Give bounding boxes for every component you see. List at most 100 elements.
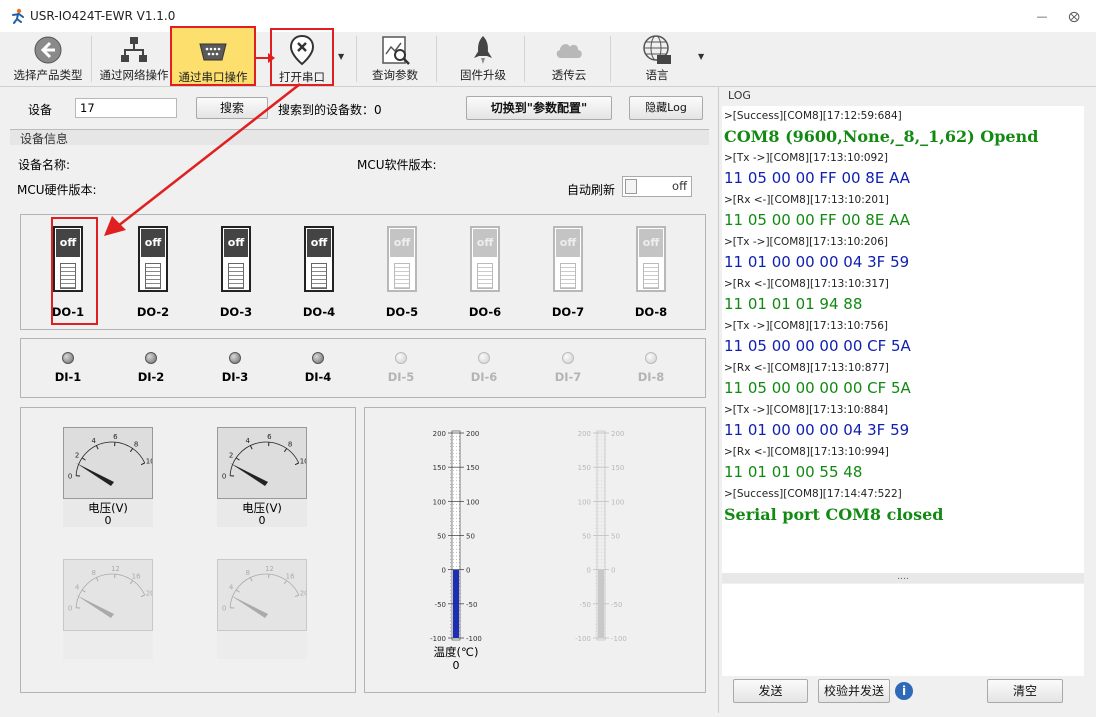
log-line: Serial port COM8 closed bbox=[724, 505, 944, 524]
do-switch-7[interactable]: off bbox=[553, 226, 583, 292]
via-serial-button[interactable]: 通过串口操作 bbox=[170, 26, 256, 86]
thermo-fill bbox=[598, 569, 604, 638]
gauge-face: 0 2 4 6 8 10 bbox=[63, 427, 155, 499]
temperature-label: 温度(℃) bbox=[433, 645, 479, 659]
send-button[interactable]: 发送 bbox=[733, 679, 808, 703]
minimize-button[interactable]: — bbox=[1032, 8, 1052, 26]
do-switch-6[interactable]: off bbox=[470, 226, 500, 292]
do-slider-graphic bbox=[643, 263, 659, 289]
via-network-button[interactable]: 通过网络操作 bbox=[96, 32, 172, 86]
open-port-button[interactable]: 打开串口 bbox=[270, 28, 334, 86]
transparent-cloud-button[interactable]: 透传云 bbox=[536, 32, 602, 86]
clear-button[interactable]: 清空 bbox=[987, 679, 1063, 703]
do-group bbox=[20, 214, 706, 330]
log-line: >[Rx <-][COM8][17:13:10:877] bbox=[724, 362, 889, 374]
firmware-upgrade-button[interactable]: 固件升级 bbox=[450, 32, 516, 86]
app-logo-icon bbox=[12, 8, 24, 24]
thermo-tick-label: -50 bbox=[611, 601, 622, 609]
do-label: DO-3 bbox=[219, 305, 253, 319]
thermo-tick-label: 200 bbox=[578, 430, 591, 438]
thermo-tick-label: -100 bbox=[575, 635, 591, 643]
gauge-needle bbox=[230, 463, 268, 486]
do-label: DO-7 bbox=[551, 305, 585, 319]
do-switch-2[interactable]: off bbox=[138, 226, 168, 292]
log-line: 11 05 00 00 00 00 CF 5A bbox=[724, 379, 911, 397]
toggle-state-label: off bbox=[672, 179, 687, 193]
gauge-tick-label: 8 bbox=[92, 569, 96, 577]
query-params-button[interactable]: 查询参数 bbox=[362, 32, 428, 86]
do-switch-8[interactable]: off bbox=[636, 226, 666, 292]
toolbar-divider bbox=[356, 36, 357, 82]
gauge-tick-label: 0 bbox=[68, 604, 72, 612]
log-output[interactable]: >[Success][COM8][17:12:59:684] COM8 (9600… bbox=[722, 106, 1084, 573]
gauge-tick-label: 16 bbox=[132, 573, 141, 581]
gauge-tick-label: 2 bbox=[229, 452, 233, 460]
search-button[interactable]: 搜索 bbox=[196, 97, 268, 119]
gauge-value: 0 bbox=[258, 514, 266, 527]
language-dropdown-icon[interactable]: ▼ bbox=[698, 52, 704, 61]
open-port-dropdown-icon[interactable]: ▼ bbox=[338, 52, 344, 61]
do-state-label: off bbox=[307, 229, 331, 257]
thermo-tick-label: 0 bbox=[611, 567, 615, 575]
do-slider-graphic bbox=[560, 263, 576, 289]
do-state-label: off bbox=[390, 229, 414, 257]
di-label: DI-6 bbox=[470, 370, 498, 384]
do-switch-4[interactable]: off bbox=[304, 226, 334, 292]
open-port-label: 打开串口 bbox=[279, 70, 325, 84]
thermo-tick-label: 100 bbox=[611, 498, 624, 506]
thermometer-2: 200 200 150 150 100 100 50 50 0 0 -50 -50 -100 -100 bbox=[575, 430, 627, 643]
di-indicator-led bbox=[145, 352, 157, 364]
mcu-hardware-label: MCU硬件版本: bbox=[17, 183, 97, 197]
query-params-label: 查询参数 bbox=[372, 68, 418, 82]
toggle-knob bbox=[625, 179, 637, 194]
do-switch-3[interactable]: off bbox=[221, 226, 251, 292]
thermo-tick-label: -100 bbox=[611, 635, 627, 643]
do-state-label: off bbox=[224, 229, 248, 257]
log-title: LOG bbox=[728, 89, 751, 102]
gauge-needle bbox=[76, 595, 114, 618]
close-button[interactable]: ⨂ bbox=[1064, 8, 1084, 26]
gauge-tick-label: 12 bbox=[265, 565, 274, 573]
log-line: >[Rx <-][COM8][17:13:10:317] bbox=[724, 278, 889, 290]
thermo-tick-label: -100 bbox=[466, 635, 482, 643]
gauge-tick-label: 10 bbox=[300, 458, 306, 466]
thermo-tick-label: 0 bbox=[442, 567, 446, 575]
firmware-upgrade-label: 固件升级 bbox=[460, 68, 506, 82]
device-input[interactable]: 17 bbox=[75, 98, 177, 118]
gauge-tick-label: 6 bbox=[113, 433, 118, 441]
do-label: DO-6 bbox=[468, 305, 502, 319]
gauge-tick-label: 0 bbox=[222, 604, 226, 612]
auto-refresh-toggle[interactable]: off bbox=[622, 176, 692, 197]
cloud-icon bbox=[556, 44, 582, 58]
gauge-tick-label: 4 bbox=[229, 584, 234, 592]
info-icon[interactable]: i bbox=[895, 682, 913, 700]
send-input[interactable] bbox=[722, 584, 1084, 676]
log-splitter[interactable]: .... bbox=[722, 573, 1084, 583]
do-state-label: off bbox=[639, 229, 663, 257]
switch-to-config-button[interactable]: 切换到"参数配置" bbox=[466, 96, 612, 120]
do-switch-5[interactable]: off bbox=[387, 226, 417, 292]
gauge-dial: 0 2 4 6 8 10 bbox=[222, 433, 309, 486]
thermo-tick-label: 100 bbox=[466, 498, 479, 506]
globe-abc-icon bbox=[643, 35, 671, 64]
select-product-button[interactable]: 选择产品类型 bbox=[8, 32, 88, 86]
transparent-cloud-label: 透传云 bbox=[551, 68, 587, 82]
hide-log-button[interactable]: 隐藏Log bbox=[629, 96, 703, 120]
di-indicator-led bbox=[645, 352, 657, 364]
di-label: DI-4 bbox=[304, 370, 332, 384]
verify-send-button[interactable]: 校验并发送 bbox=[818, 679, 890, 703]
thermo-tick-label: 150 bbox=[611, 464, 624, 472]
gauge-tick-label: 8 bbox=[288, 441, 292, 449]
thermo-tick-label: -100 bbox=[430, 635, 446, 643]
toolbar-divider bbox=[610, 36, 611, 82]
di-indicator-led bbox=[229, 352, 241, 364]
log-line: 11 05 00 00 FF 00 8E AA bbox=[724, 169, 911, 187]
language-button[interactable]: 语言 bbox=[624, 32, 690, 86]
do-slider-graphic bbox=[477, 263, 493, 289]
log-line: >[Success][COM8][17:12:59:684] bbox=[724, 110, 902, 122]
di-group bbox=[20, 338, 706, 398]
thermo-tick-label: 150 bbox=[578, 464, 591, 472]
toolbar-divider bbox=[91, 36, 92, 82]
gauge-dial: 0 2 4 6 8 10 bbox=[68, 433, 155, 486]
gauge-tick-label: 8 bbox=[246, 569, 250, 577]
